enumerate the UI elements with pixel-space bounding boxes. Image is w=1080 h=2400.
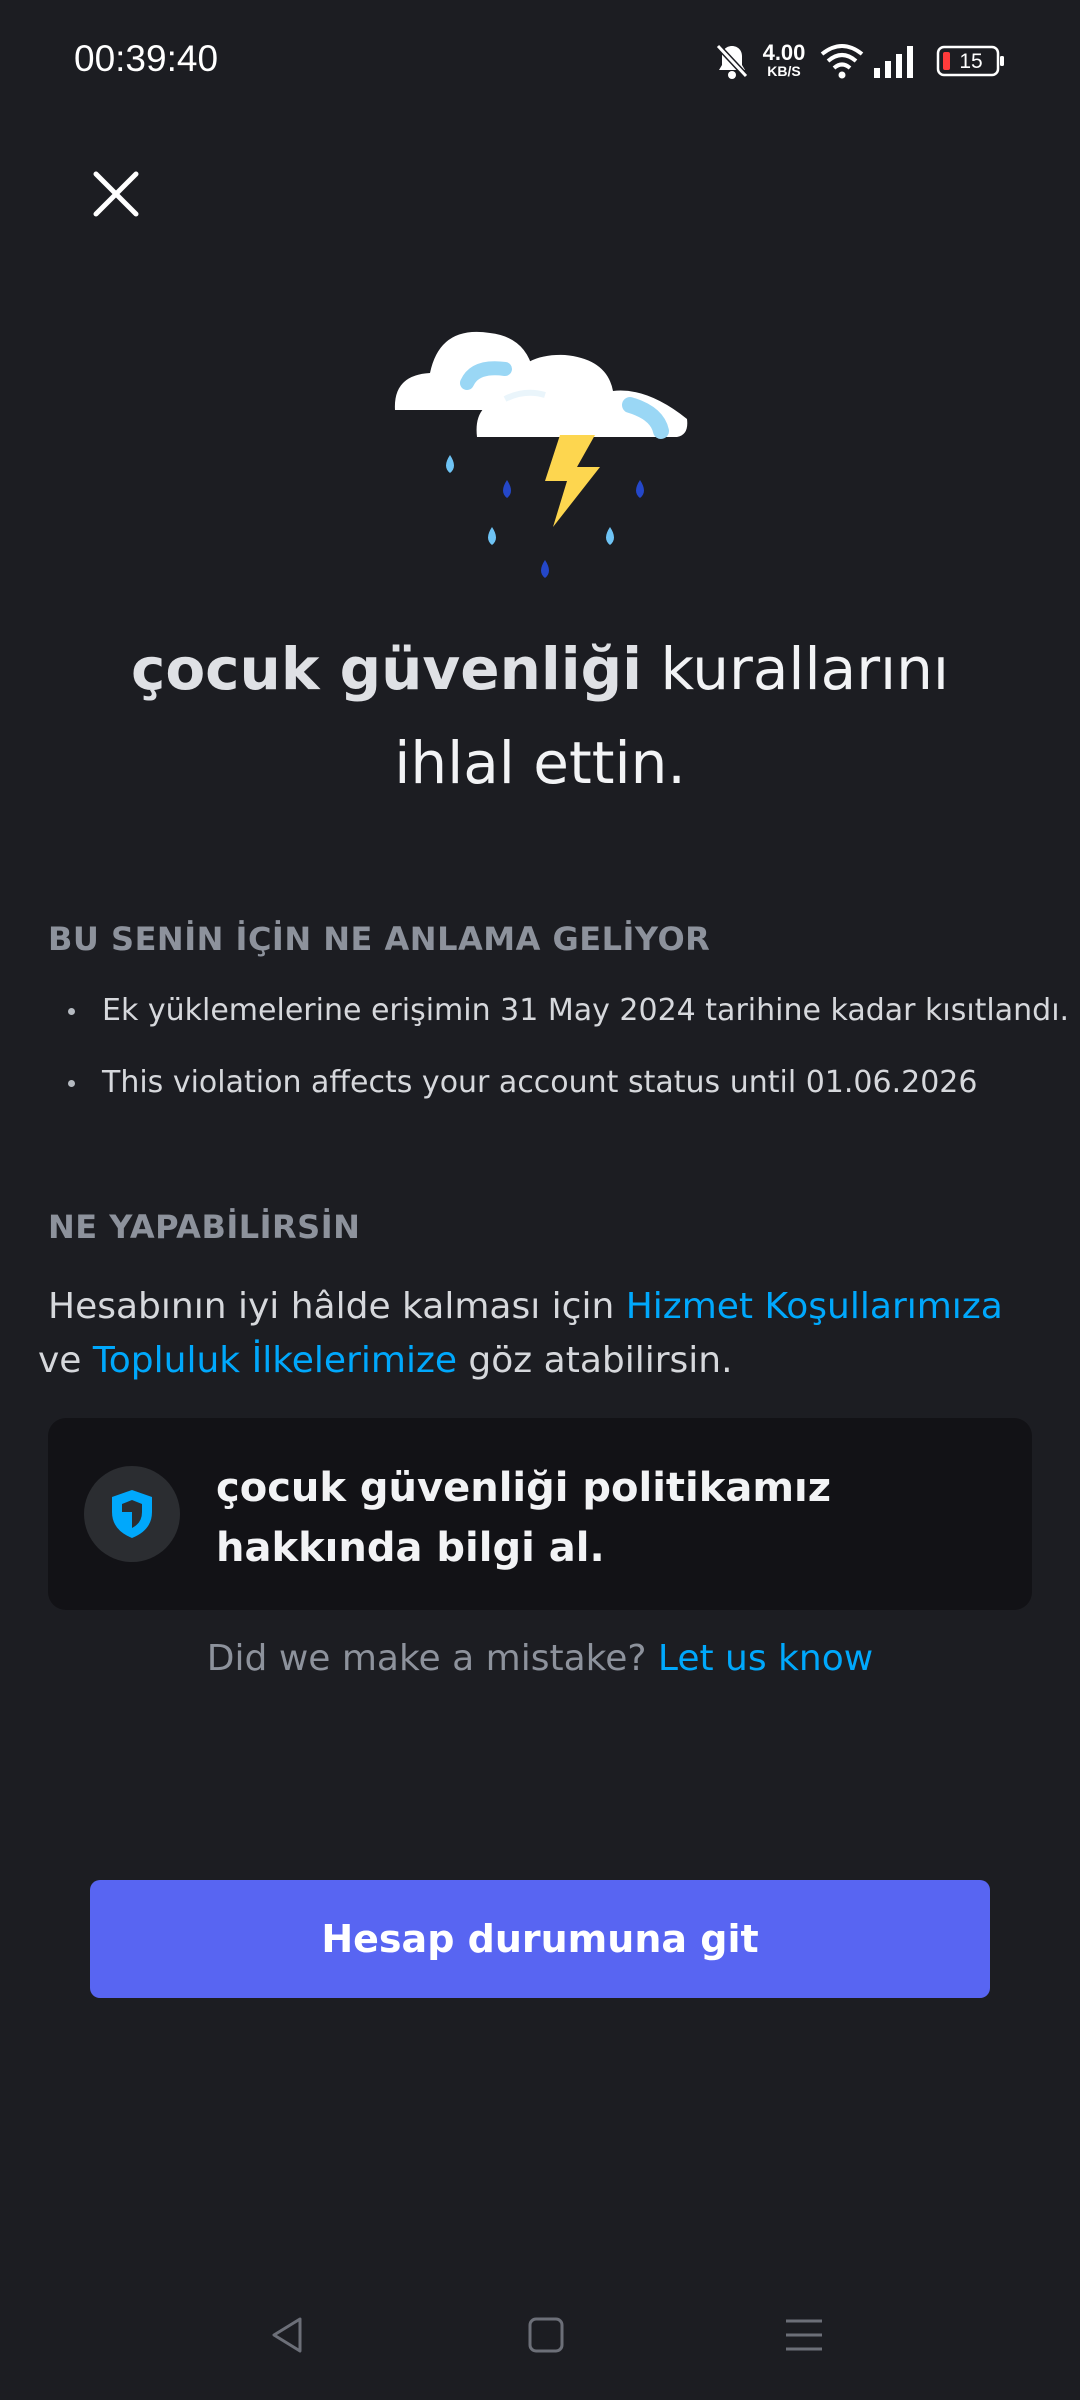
close-icon xyxy=(93,171,139,217)
policy-card[interactable]: çocuk güvenliği politikamız hakkında bil… xyxy=(48,1418,1032,1610)
account-status-button[interactable]: Hesap durumuna git xyxy=(90,1880,990,1998)
community-guidelines-link[interactable]: Topluluk İlkelerimize xyxy=(93,1340,457,1381)
list-item: Ek yüklemelerine erişimin 31 May 2024 ta… xyxy=(64,990,1074,1062)
let-us-know-link[interactable]: Let us know xyxy=(658,1638,873,1679)
wifi-icon xyxy=(820,42,864,80)
battery-level: 15 xyxy=(959,50,983,73)
status-bar: 00:39:40 4.00 KB/S 15 xyxy=(0,0,1080,125)
status-icons: 4.00 KB/S 15 xyxy=(714,38,1014,88)
policy-card-text: çocuk güvenliği politikamız hakkında bil… xyxy=(216,1465,832,1571)
back-icon xyxy=(272,2317,302,2353)
close-button[interactable] xyxy=(88,166,144,222)
signal-icon xyxy=(872,44,916,78)
page-title: çocuk güvenliği kurallarını ihlal ettin. xyxy=(80,622,1000,810)
meaning-list: Ek yüklemelerine erişimin 31 May 2024 ta… xyxy=(64,990,1074,1134)
net-speed-value: 4.00 xyxy=(762,40,806,65)
para-prefix: Hesabının iyi hâlde kalması için xyxy=(48,1286,626,1327)
shield-icon xyxy=(112,1490,152,1538)
terms-of-service-link[interactable]: Hizmet Koşullarımıza xyxy=(626,1286,1003,1327)
para-suffix: göz atabilirsin. xyxy=(456,1340,733,1381)
system-nav-bar xyxy=(0,2290,1080,2380)
mistake-prompt: Did we make a mistake? Let us know xyxy=(0,1638,1080,1679)
mistake-text: Did we make a mistake? xyxy=(206,1638,658,1679)
net-speed-unit: KB/S xyxy=(767,63,801,79)
list-item: This violation affects your account stat… xyxy=(64,1062,1074,1134)
nav-recents-button[interactable] xyxy=(759,2290,849,2380)
policy-icon-container xyxy=(84,1466,180,1562)
net-speed: 4.00 KB/S xyxy=(754,40,814,79)
meaning-section-title: BU SENİN İÇİN NE ANLAMA GELİYOR xyxy=(48,920,711,958)
storm-cloud-icon xyxy=(385,315,695,595)
actions-section-title: NE YAPABİLİRSİN xyxy=(48,1208,361,1246)
home-icon xyxy=(528,2317,564,2353)
status-time: 00:39:40 xyxy=(74,38,219,79)
nav-home-button[interactable] xyxy=(501,2290,591,2380)
violation-category: çocuk güvenliği xyxy=(130,635,643,703)
para-mid: ve xyxy=(38,1340,93,1381)
menu-icon xyxy=(786,2319,822,2351)
nav-back-button[interactable] xyxy=(243,2290,333,2380)
actions-paragraph: Hesabının iyi hâlde kalması için Hizmet … xyxy=(38,1280,1038,1388)
bell-muted-icon xyxy=(714,42,750,82)
